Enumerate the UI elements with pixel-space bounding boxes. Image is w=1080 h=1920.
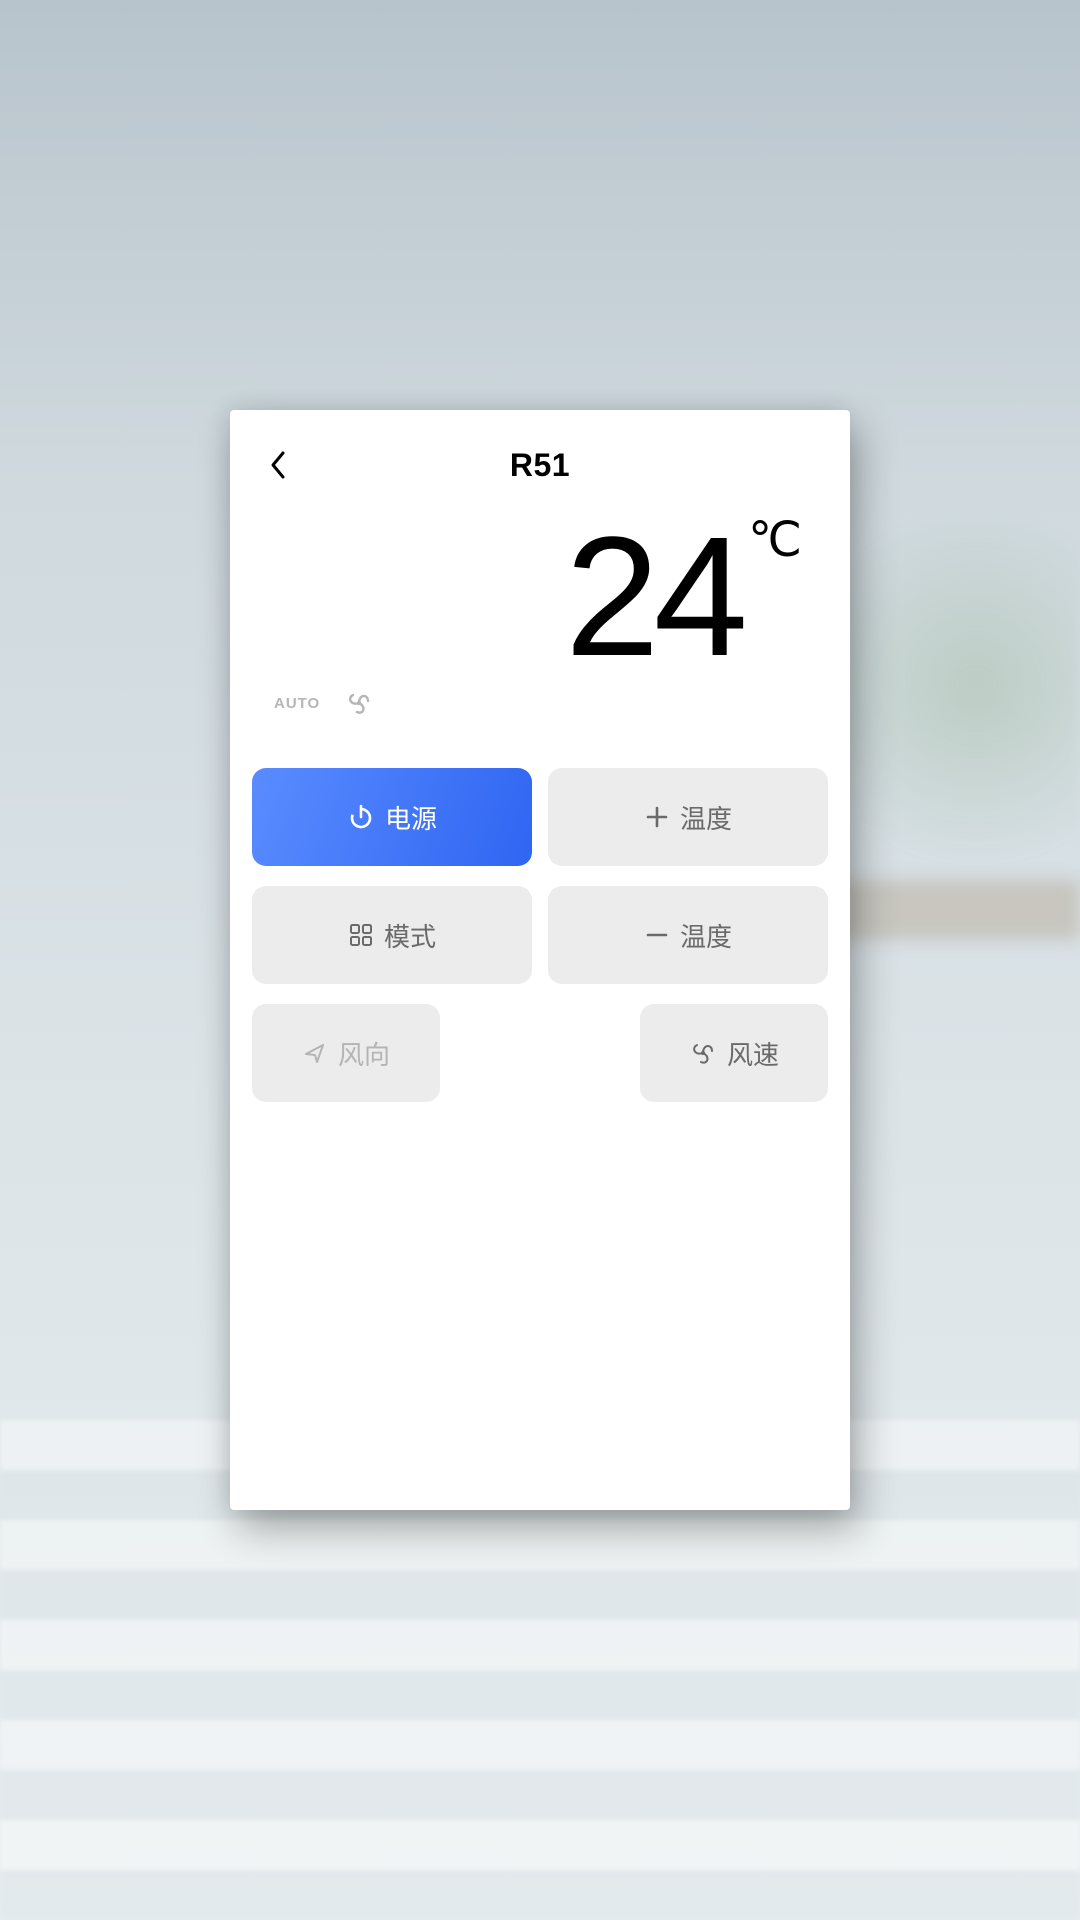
fan-speed-button[interactable]: 风速 (640, 1004, 828, 1102)
temp-up-label: 温度 (680, 799, 732, 836)
power-button[interactable]: 电源 (252, 768, 532, 866)
page-title: R51 (510, 447, 570, 484)
temperature-value: 24 (565, 512, 742, 682)
wind-direction-label: 风向 (338, 1035, 390, 1072)
auto-mode-label: AUTO (274, 695, 320, 712)
fan-speed-label: 风速 (727, 1035, 779, 1072)
temperature-unit: ℃ (748, 512, 802, 568)
mode-label: 模式 (384, 917, 436, 954)
temp-up-button[interactable]: 温度 (548, 768, 828, 866)
fan-icon (689, 1039, 717, 1067)
background-plant (820, 520, 1080, 940)
temperature-readout: 24 ℃ (565, 512, 802, 682)
temp-down-button[interactable]: 温度 (548, 886, 828, 984)
swirl-icon (344, 688, 374, 718)
minus-icon (644, 922, 670, 948)
plus-icon (644, 804, 670, 830)
power-icon (347, 803, 375, 831)
remote-card: R51 24 ℃ AUTO (230, 410, 850, 1510)
mode-indicators: AUTO (274, 688, 374, 718)
back-button[interactable] (258, 445, 298, 485)
arrow-icon (302, 1040, 328, 1066)
status-display: 24 ℃ AUTO (252, 530, 828, 760)
mode-button[interactable]: 模式 (252, 886, 532, 984)
chevron-left-icon (269, 450, 287, 480)
wind-direction-button[interactable]: 风向 (252, 1004, 440, 1102)
button-grid: 电源 温度 模式 (252, 768, 828, 984)
button-row-3: 风向 风速 (252, 1004, 828, 1102)
grid-icon (348, 922, 374, 948)
power-label: 电源 (385, 799, 437, 836)
temp-down-label: 温度 (680, 917, 732, 954)
